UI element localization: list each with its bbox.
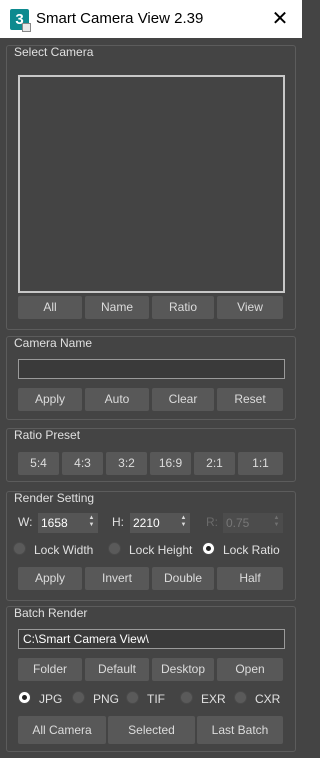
ratio-spinner: 0.75 ▲ ▼	[223, 513, 283, 533]
batch-render-group: Batch Render C:\Smart Camera View\ Folde…	[6, 606, 296, 752]
render-invert-button[interactable]: Invert	[85, 567, 149, 590]
ratio-preset-5-4-button[interactable]: 5:4	[18, 452, 59, 475]
width-spinner-arrows-icon[interactable]: ▲ ▼	[88, 515, 95, 531]
ratio-value: 0.75	[226, 516, 250, 530]
select-all-button[interactable]: All	[18, 296, 82, 319]
render-selected-button[interactable]: Selected	[108, 716, 195, 744]
folder-button[interactable]: Folder	[18, 658, 82, 681]
width-value: 1658	[41, 516, 68, 530]
ratio-preset-16-9-button[interactable]: 16:9	[150, 452, 191, 475]
desktop-button[interactable]: Desktop	[152, 658, 214, 681]
camera-name-title: Camera Name	[14, 336, 93, 350]
format-png-label[interactable]: PNG	[93, 692, 119, 706]
ratio-spinner-arrows-icon: ▲ ▼	[273, 515, 280, 528]
width-spinner[interactable]: 1658 ▲ ▼	[38, 513, 98, 533]
format-png-radio[interactable]	[72, 691, 85, 704]
ratio-label: R:	[206, 515, 218, 529]
format-tif-radio[interactable]	[126, 691, 139, 704]
close-icon[interactable]: ✕	[266, 5, 294, 33]
height-value: 2210	[133, 516, 160, 530]
lock-ratio-label[interactable]: Lock Ratio	[223, 543, 280, 557]
lock-width-radio[interactable]	[13, 542, 26, 555]
render-setting-title: Render Setting	[14, 491, 95, 505]
select-ratio-button[interactable]: Ratio	[152, 296, 214, 319]
render-half-button[interactable]: Half	[217, 567, 283, 590]
camera-name-clear-button[interactable]: Clear	[152, 388, 214, 411]
select-name-button[interactable]: Name	[85, 296, 149, 319]
height-label: H:	[112, 515, 124, 529]
ratio-preset-2-1-button[interactable]: 2:1	[194, 452, 235, 475]
render-apply-button[interactable]: Apply	[18, 567, 82, 590]
window-title: Smart Camera View 2.39	[36, 10, 204, 27]
camera-name-group: Camera Name Apply Auto Clear Reset	[6, 336, 296, 420]
ratio-preset-group: Ratio Preset 5:4 4:3 3:2 16:9 2:1 1:1	[6, 428, 296, 482]
render-last-batch-button[interactable]: Last Batch	[197, 716, 283, 744]
select-view-button[interactable]: View	[217, 296, 283, 319]
ratio-preset-4-3-button[interactable]: 4:3	[62, 452, 103, 475]
camera-name-reset-button[interactable]: Reset	[217, 388, 283, 411]
ratio-preset-1-1-button[interactable]: 1:1	[238, 452, 283, 475]
format-exr-radio[interactable]	[180, 691, 193, 704]
ratio-preset-3-2-button[interactable]: 3:2	[106, 452, 147, 475]
output-path-input[interactable]: C:\Smart Camera View\	[18, 629, 285, 649]
format-exr-label[interactable]: EXR	[201, 692, 226, 706]
height-spinner-arrows-icon[interactable]: ▲ ▼	[180, 515, 187, 531]
format-jpg-radio[interactable]	[18, 691, 31, 704]
lock-width-label[interactable]: Lock Width	[34, 543, 93, 557]
lock-height-label[interactable]: Lock Height	[129, 543, 192, 557]
open-button[interactable]: Open	[217, 658, 283, 681]
height-spinner[interactable]: 2210 ▲ ▼	[130, 513, 190, 533]
format-tif-label[interactable]: TIF	[147, 692, 165, 706]
camera-list[interactable]	[18, 75, 285, 293]
ratio-preset-title: Ratio Preset	[14, 428, 81, 442]
camera-name-apply-button[interactable]: Apply	[18, 388, 82, 411]
format-cxr-radio[interactable]	[234, 691, 247, 704]
title-bar: 3 Smart Camera View 2.39 ✕	[0, 0, 302, 38]
width-label: W:	[18, 515, 33, 529]
format-jpg-label[interactable]: JPG	[39, 692, 62, 706]
lock-height-radio[interactable]	[108, 542, 121, 555]
app-icon: 3	[10, 9, 31, 32]
lock-ratio-radio[interactable]	[202, 542, 215, 555]
select-camera-title: Select Camera	[14, 45, 94, 59]
render-double-button[interactable]: Double	[152, 567, 214, 590]
batch-render-title: Batch Render	[14, 606, 88, 620]
camera-name-auto-button[interactable]: Auto	[85, 388, 149, 411]
app-icon-glyph: 3	[15, 11, 24, 28]
format-cxr-label[interactable]: CXR	[255, 692, 280, 706]
default-button[interactable]: Default	[85, 658, 149, 681]
render-setting-group: Render Setting W: 1658 ▲ ▼ H: 2210 ▲ ▼ R: …	[6, 491, 296, 601]
render-all-camera-button[interactable]: All Camera	[18, 716, 106, 744]
select-camera-group: Select Camera All Name Ratio View	[6, 45, 296, 330]
camera-name-input[interactable]	[18, 359, 285, 379]
